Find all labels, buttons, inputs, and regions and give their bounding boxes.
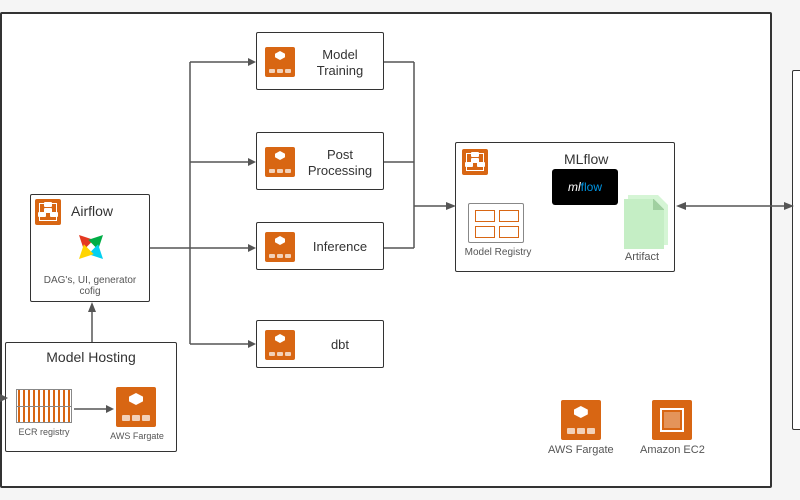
- footer-ec2-label: Amazon EC2: [640, 444, 705, 456]
- aws-fargate-label: AWS Fargate: [102, 431, 172, 441]
- model-hosting-title: Model Hosting: [6, 349, 176, 366]
- fargate-icon: [265, 147, 295, 177]
- model-training-box: Model Training: [256, 32, 384, 90]
- model-training-label: Model Training: [301, 47, 379, 78]
- model-registry-label: Model Registry: [460, 247, 536, 258]
- ecr-registry-label: ECR registry: [12, 427, 76, 437]
- amazon-ec2-icon: [652, 400, 692, 440]
- fargate-icon: [265, 232, 295, 262]
- airflow-logo-icon: [73, 229, 109, 265]
- footer-fargate: AWS Fargate: [548, 400, 614, 456]
- artifact-label: Artifact: [612, 251, 672, 263]
- mlflow-logo-ml: ml: [568, 180, 581, 194]
- model-registry-icon: [468, 203, 524, 243]
- footer-ec2: Amazon EC2: [640, 400, 705, 456]
- mlflow-logo-flow: flow: [581, 180, 602, 194]
- ecr-to-fargate-arrow: [74, 405, 114, 415]
- ecr-registry-icon: [16, 389, 72, 423]
- post-processing-label: Post Processing: [301, 147, 379, 178]
- airflow-subtitle: DAG's, UI, generator cofig: [35, 275, 145, 297]
- external-box: [792, 70, 800, 430]
- inference-box: Inference: [256, 222, 384, 270]
- dbt-box: dbt: [256, 320, 384, 368]
- airflow-title: Airflow: [71, 203, 113, 220]
- mlflow-box: MLflow mlflow Model Registry Artifact: [455, 142, 675, 272]
- mlflow-title: MLflow: [564, 151, 608, 168]
- mlflow-logo-icon: mlflow: [552, 169, 618, 205]
- aws-fargate-icon: [561, 400, 601, 440]
- fargate-icon: [265, 330, 295, 360]
- model-hosting-box: Model Hosting ECR registry AWS Fargate: [5, 342, 177, 452]
- post-processing-box: Post Processing: [256, 132, 384, 190]
- ecs-icon: [35, 199, 61, 225]
- footer-fargate-label: AWS Fargate: [548, 444, 614, 456]
- airflow-box: Airflow DAG's, UI, generator cofig: [30, 194, 150, 302]
- ecs-icon: [462, 149, 488, 175]
- inference-label: Inference: [301, 239, 379, 255]
- artifact-icon: [624, 199, 664, 249]
- dbt-label: dbt: [301, 337, 379, 353]
- fargate-icon: [265, 47, 295, 77]
- aws-fargate-icon: [116, 387, 156, 427]
